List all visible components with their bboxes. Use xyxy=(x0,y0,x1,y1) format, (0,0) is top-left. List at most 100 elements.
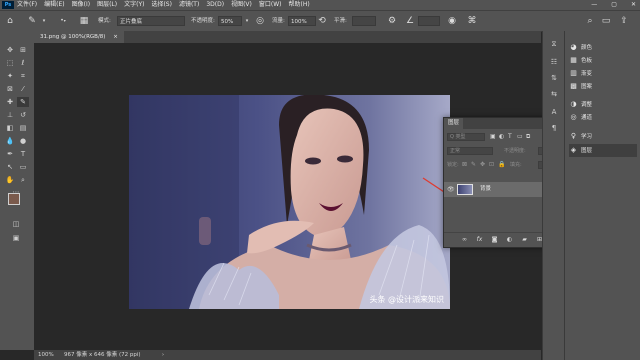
screen-mode-icon[interactable]: ▣ xyxy=(10,233,22,243)
workspace-icon[interactable]: ▭ xyxy=(600,15,612,27)
lock-all-icon[interactable]: 🔒 xyxy=(498,159,505,171)
status-menu-arrow-icon[interactable]: › xyxy=(162,350,164,360)
close-button[interactable]: ✕ xyxy=(631,0,636,10)
filter-pixel-icon[interactable]: ▣ xyxy=(490,131,496,143)
pen-tool-icon[interactable]: ✒ xyxy=(4,149,16,159)
quick-mask-icon[interactable]: ◫ xyxy=(10,219,22,229)
clone-stamp-tool-icon[interactable]: ⊥ xyxy=(4,110,16,120)
chevron-down-icon[interactable]: ▾ xyxy=(40,15,48,27)
share-icon[interactable]: ⇪ xyxy=(618,15,630,27)
smoothing-field[interactable] xyxy=(352,16,376,26)
history-brush-tool-icon[interactable]: ↺ xyxy=(17,110,29,120)
history-panel-icon[interactable]: ⧖ xyxy=(548,39,560,49)
frame-tool-icon[interactable]: ⊠ xyxy=(4,84,16,94)
blend-mode-select[interactable]: 正常 xyxy=(447,147,493,155)
layers-tab[interactable]: 图层 xyxy=(444,118,464,129)
document-tab[interactable]: 31.png @ 100%(RGB/8) × xyxy=(34,31,124,43)
layer-kind-select[interactable]: Q 类型 xyxy=(447,133,485,141)
filter-type-icon[interactable]: T xyxy=(508,131,512,143)
add-mask-icon[interactable]: ◙ xyxy=(490,235,499,244)
brush-settings-icon[interactable]: ▦ xyxy=(78,15,90,27)
panel-channels[interactable]: ◎ 通道 xyxy=(569,111,592,124)
portrait-photo[interactable]: 头条 @设计派来知识 xyxy=(129,95,450,309)
minimize-button[interactable]: — xyxy=(591,0,597,10)
panel-learn[interactable]: ♀ 学习 xyxy=(569,130,592,143)
layer-name[interactable]: 背景 xyxy=(480,182,491,197)
airbrush-icon[interactable]: ⟲ xyxy=(316,15,328,27)
lock-image-icon[interactable]: ✎ xyxy=(471,159,476,171)
link-layers-icon[interactable]: ∞ xyxy=(460,235,469,244)
menu-view[interactable]: 视图(V) xyxy=(231,0,252,10)
menu-layer[interactable]: 图层(L) xyxy=(97,0,117,10)
filter-shape-icon[interactable]: ▭ xyxy=(517,131,523,143)
menu-edit[interactable]: 编辑(E) xyxy=(44,0,64,10)
healing-brush-tool-icon[interactable]: ✚ xyxy=(4,97,16,107)
character-panel-icon[interactable]: A xyxy=(548,107,560,117)
quick-select-tool-icon[interactable]: ✦ xyxy=(4,71,16,81)
home-icon[interactable]: ⌂ xyxy=(4,15,16,27)
paragraph-panel-icon[interactable]: ¶ xyxy=(548,123,560,133)
flow-field[interactable]: 100% xyxy=(288,16,316,26)
crop-tool-icon[interactable]: ⌗ xyxy=(17,71,29,81)
marquee-tool-icon[interactable]: ⬚ xyxy=(4,58,16,68)
gradient-tool-icon[interactable]: ▤ xyxy=(17,123,29,133)
path-select-tool-icon[interactable]: ↖ xyxy=(4,162,16,172)
menu-file[interactable]: 文件(F) xyxy=(17,0,37,10)
menu-help[interactable]: 帮助(H) xyxy=(289,0,310,10)
maximize-button[interactable]: ▢ xyxy=(611,0,617,10)
menu-window[interactable]: 窗口(W) xyxy=(259,0,282,10)
panel-gradients[interactable]: ▥ 渐变 xyxy=(569,67,592,80)
new-group-icon[interactable]: ▰ xyxy=(520,235,529,244)
adjustment-layer-icon[interactable]: ◐ xyxy=(505,235,514,244)
foreground-color-swatch[interactable] xyxy=(8,193,20,205)
lasso-tool-icon[interactable]: ℓ xyxy=(17,58,29,68)
lock-pixels-icon[interactable]: ⊠ xyxy=(462,159,467,171)
blur-tool-icon[interactable]: 💧 xyxy=(4,136,16,146)
menu-select[interactable]: 选择(S) xyxy=(151,0,172,10)
panel-color[interactable]: ◕ 颜色 xyxy=(569,41,592,54)
layer-style-button[interactable]: fx xyxy=(475,235,484,244)
filter-smart-icon[interactable]: ⧉ xyxy=(526,131,530,143)
zoom-tool-icon[interactable]: ⌕ xyxy=(17,175,29,185)
close-tab-icon[interactable]: × xyxy=(113,34,118,40)
eye-icon[interactable]: 👁 xyxy=(447,182,455,197)
dodge-tool-icon[interactable]: ● xyxy=(17,136,29,146)
symmetry-icon[interactable]: ⌘ xyxy=(466,15,478,27)
hand-tool-icon[interactable]: ✋ xyxy=(4,175,16,185)
brush-tool-active-icon[interactable]: ✎ xyxy=(17,97,29,107)
brush-preset-picker[interactable]: •▾ xyxy=(56,15,70,27)
properties-panel-icon[interactable]: ☷ xyxy=(548,57,560,67)
window-controls: — ▢ ✕ xyxy=(591,0,636,10)
mode-select[interactable]: 正片叠底 xyxy=(117,16,185,26)
pressure-size-icon[interactable]: ◉ xyxy=(446,15,458,27)
panel-patterns[interactable]: ▩ 图案 xyxy=(569,80,592,93)
opacity-dropdown-icon[interactable]: ▾ xyxy=(244,15,250,27)
opacity-field[interactable]: 50% xyxy=(218,16,242,26)
search-icon[interactable]: ⌕ xyxy=(584,15,596,27)
menu-image[interactable]: 图像(I) xyxy=(72,0,90,10)
pressure-opacity-icon[interactable]: ◎ xyxy=(254,15,266,27)
menu-type[interactable]: 文字(Y) xyxy=(124,0,144,10)
artboard-tool-icon[interactable]: ⊞ xyxy=(17,45,29,55)
menu-3d[interactable]: 3D(D) xyxy=(206,0,224,10)
filter-adjustment-icon[interactable]: ◐ xyxy=(499,131,504,143)
gear-icon[interactable]: ⚙ xyxy=(386,15,398,27)
lock-position-icon[interactable]: ✥ xyxy=(480,159,485,171)
panel-adjustments[interactable]: ◑ 调整 xyxy=(569,98,592,111)
menu-filter[interactable]: 滤镜(T) xyxy=(179,0,199,10)
eyedropper-tool-icon[interactable]: ⁄ xyxy=(17,84,29,94)
angle-icon[interactable]: ∠ xyxy=(404,15,416,27)
zoom-level[interactable]: 100% xyxy=(38,350,54,360)
adjust-panel-icon[interactable]: ⇅ xyxy=(548,73,560,83)
brush-panel-icon[interactable]: ⇆ xyxy=(548,89,560,99)
panel-layers[interactable]: ◈ 图层 xyxy=(569,144,637,157)
shape-tool-icon[interactable]: ▭ xyxy=(17,162,29,172)
gradient-icon: ▥ xyxy=(570,69,577,77)
move-tool-icon[interactable]: ✥ xyxy=(4,45,16,55)
type-tool-icon[interactable]: T xyxy=(17,149,29,159)
panel-swatches[interactable]: ▦ 色板 xyxy=(569,54,592,67)
lock-artboard-icon[interactable]: ⊡ xyxy=(489,159,494,171)
brush-tool-icon[interactable]: ✎ xyxy=(26,15,38,27)
eraser-tool-icon[interactable]: ◧ xyxy=(4,123,16,133)
angle-field[interactable] xyxy=(418,16,440,26)
